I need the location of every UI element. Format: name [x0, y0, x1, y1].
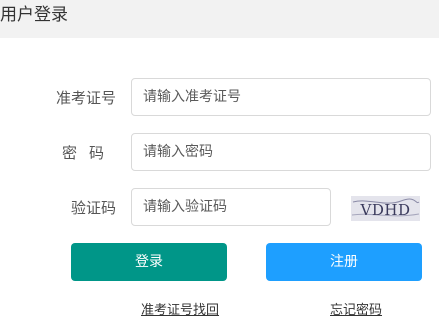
ticket-number-label: 准考证号: [55, 89, 116, 107]
captcha-input[interactable]: [131, 188, 331, 226]
login-page: 用户登录 准考证号 密码 验证码 VDHD 登录 注册 准考证号找回 忘记密码: [0, 0, 439, 324]
password-input[interactable]: [131, 133, 431, 171]
forgot-password-link[interactable]: 忘记密码: [330, 302, 382, 320]
captcha-graphic: VDHD: [351, 196, 420, 221]
captcha-text: VDHD: [360, 201, 411, 219]
password-label: 密码: [61, 144, 116, 162]
ticket-number-input[interactable]: [131, 78, 431, 116]
page-header: 用户登录: [0, 0, 439, 38]
recover-ticket-number-link[interactable]: 准考证号找回: [141, 302, 219, 320]
page-title: 用户登录: [0, 5, 68, 25]
captcha-label: 验证码: [70, 199, 116, 217]
captcha-image[interactable]: VDHD: [351, 196, 420, 221]
login-button[interactable]: 登录: [71, 243, 227, 281]
register-button[interactable]: 注册: [266, 243, 422, 281]
